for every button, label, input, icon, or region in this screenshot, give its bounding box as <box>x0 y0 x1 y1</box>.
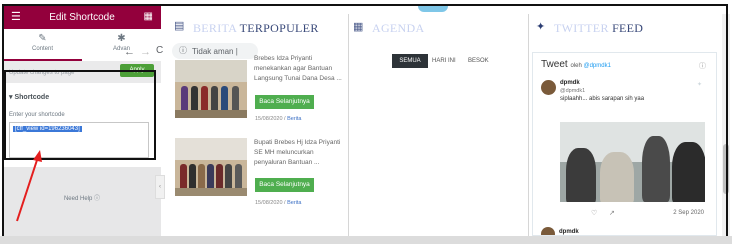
annotation-arrow <box>16 150 42 222</box>
bottom-band <box>0 236 732 244</box>
screenshot-frame: ☰ Edit Shortcode ▦ ✎ Content ✱ Advan Upd… <box>0 0 732 244</box>
